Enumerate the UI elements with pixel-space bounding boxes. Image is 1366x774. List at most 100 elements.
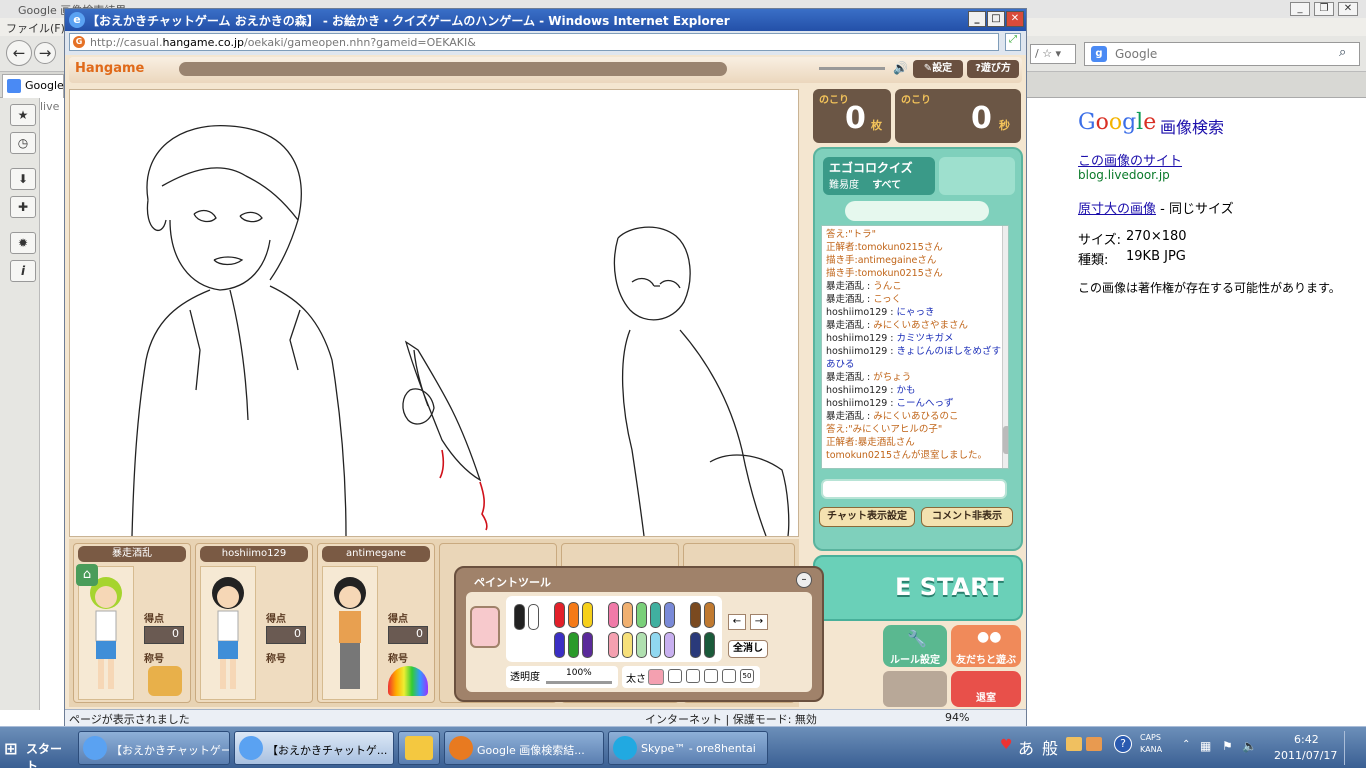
taskbar-item-firefox[interactable]: Google 画像検索結... [444, 731, 604, 765]
minimize-palette-icon[interactable]: – [796, 572, 812, 588]
drawing-canvas[interactable] [69, 89, 799, 537]
color-peach[interactable] [622, 602, 633, 628]
color-light-pink[interactable] [608, 632, 619, 658]
image-search-heading: 画像検索 [1160, 118, 1225, 137]
player-card[interactable]: hoshiimo129 得点 0 称号 [195, 543, 313, 703]
brush-size-3[interactable] [704, 669, 718, 683]
ime-heart-icon[interactable]: ♥ [1000, 737, 1013, 753]
player-card[interactable]: 暴走酒乱 ⌂ 得点 0 称号 [73, 543, 191, 703]
color-sky[interactable] [650, 632, 661, 658]
color-brown[interactable] [690, 602, 701, 628]
taskbar-item-oekaki-1[interactable]: 【おえかきチャットゲーム... [78, 731, 230, 765]
ime-pad-icon[interactable] [1086, 737, 1102, 751]
color-pink[interactable] [608, 602, 619, 628]
color-black[interactable] [514, 604, 525, 630]
color-teal[interactable] [650, 602, 661, 628]
brush-size-1[interactable] [668, 669, 682, 683]
redo-icon[interactable]: → [750, 614, 768, 630]
minimize-icon[interactable]: _ [968, 11, 986, 27]
color-orange[interactable] [568, 602, 579, 628]
tray-expand-icon[interactable]: ⌃ [1182, 739, 1190, 750]
site-link[interactable]: この画像のサイト [1078, 150, 1182, 169]
color-green[interactable] [568, 632, 579, 658]
tab-google[interactable]: Google [2, 74, 64, 98]
close-icon[interactable]: ✕ [1006, 11, 1024, 27]
howto-button[interactable]: ?遊び方 [967, 60, 1019, 78]
leave-label: 退室 [976, 693, 996, 704]
player-card[interactable]: antimegane 得点 0 称号 [317, 543, 435, 703]
rule-settings-button[interactable]: 🔧 ルール設定 [883, 625, 947, 667]
brush-size-max[interactable]: 50 [740, 669, 754, 683]
ie-address-bar[interactable]: G http://casual.hangame.co.jp/oekaki/gam… [69, 33, 999, 51]
compat-view-icon[interactable]: ⤢ [1005, 33, 1021, 51]
zoom-level[interactable]: 94% [945, 711, 969, 724]
color-yellow[interactable] [582, 602, 593, 628]
start-button[interactable]: ⊞ スタート [0, 731, 66, 773]
minimize-icon[interactable]: _ [1290, 2, 1310, 16]
friends-button[interactable]: ●● 友だちと遊ぶ [951, 625, 1021, 667]
chat-input[interactable] [821, 479, 1007, 499]
color-tan[interactable] [704, 602, 715, 628]
color-indigo[interactable] [554, 632, 565, 658]
color-lavender[interactable] [664, 632, 675, 658]
opacity-slider[interactable] [546, 681, 612, 684]
help-icon[interactable]: ? [1114, 735, 1132, 753]
settings-button[interactable]: ✎設定 [913, 60, 963, 78]
color-light-green[interactable] [636, 602, 647, 628]
ime-tool-icon[interactable] [1066, 737, 1082, 751]
speaker-icon[interactable]: 🔊 [893, 61, 908, 75]
game-start-button[interactable]: E START [813, 555, 1023, 621]
undo-icon[interactable]: ← [728, 614, 746, 630]
back-icon[interactable]: ← [6, 40, 32, 66]
color-mint[interactable] [636, 632, 647, 658]
gear-icon[interactable]: ✹ [10, 232, 36, 254]
search-input[interactable]: g Google ⌕ [1084, 42, 1360, 66]
chat-scrollbar[interactable] [1002, 226, 1008, 468]
taskbar-item-oekaki-2[interactable]: 【おえかきチャットゲ... [234, 731, 394, 765]
copyright-note: この画像は著作権が存在する可能性があります。 [1078, 281, 1341, 295]
download-icon[interactable]: ⬇ [10, 168, 36, 190]
ime-mode[interactable]: あ [1018, 735, 1034, 759]
bookmark-star-icon[interactable]: / ☆ ▾ [1030, 44, 1076, 64]
taskbar-item-explorer[interactable] [398, 731, 440, 765]
color-navy[interactable] [690, 632, 701, 658]
chat-settings-button[interactable]: チャット表示設定 [819, 507, 915, 527]
chat-scroll-thumb[interactable] [1003, 426, 1008, 454]
comment-hide-button[interactable]: コメント非表示 [921, 507, 1013, 527]
info-icon[interactable]: i [10, 260, 36, 282]
security-icon[interactable]: ⚑ [1222, 739, 1233, 753]
fullsize-link[interactable]: 原寸大の画像 [1078, 202, 1156, 217]
volume-slider[interactable] [819, 67, 885, 70]
color-light-yellow[interactable] [622, 632, 633, 658]
menu-file[interactable]: ファイル(F) [6, 22, 65, 35]
addon-icon[interactable]: ✚ [10, 196, 36, 218]
chat-line: 暴走酒乱 : みにくいあさやまさん [826, 319, 1004, 332]
taskbar-item-skype[interactable]: Skype™ - ore8hentai [608, 731, 768, 765]
history-icon[interactable]: ◷ [10, 132, 36, 154]
color-purple[interactable] [582, 632, 593, 658]
network-icon[interactable]: ▦ [1200, 739, 1211, 753]
clock-date[interactable]: 2011/07/17 [1274, 749, 1337, 762]
bookmark-icon[interactable]: ★ [10, 104, 36, 126]
magnifier-icon[interactable]: ⌕ [1339, 45, 1346, 60]
clock-time[interactable]: 6:42 [1294, 733, 1319, 746]
restore-icon[interactable]: ❐ [1314, 2, 1334, 16]
close-icon[interactable]: ✕ [1338, 2, 1358, 16]
show-desktop-button[interactable] [1344, 731, 1362, 765]
chat-log[interactable]: 答え:"トラ" 正解者:tomokun0215さん 描き手:antimegaineさ… [821, 225, 1009, 469]
color-periwinkle[interactable] [664, 602, 675, 628]
color-red[interactable] [554, 602, 565, 628]
brush-size-2[interactable] [686, 669, 700, 683]
forward-icon[interactable]: → [34, 42, 56, 64]
caps-indicator: CAPS [1140, 733, 1161, 742]
eraser-icon[interactable] [470, 606, 500, 648]
brush-size-4[interactable] [722, 669, 736, 683]
leave-button[interactable]: 退室 [951, 671, 1021, 707]
chat-line: 描き手:antimegaineさん [826, 254, 1004, 267]
volume-icon[interactable]: 🔈 [1242, 739, 1257, 753]
ime-input-mode[interactable]: 般 [1042, 735, 1058, 759]
color-dark-green[interactable] [704, 632, 715, 658]
maximize-icon[interactable]: □ [987, 11, 1005, 27]
color-white[interactable] [528, 604, 539, 630]
clear-all-button[interactable]: 全消し [728, 640, 768, 658]
